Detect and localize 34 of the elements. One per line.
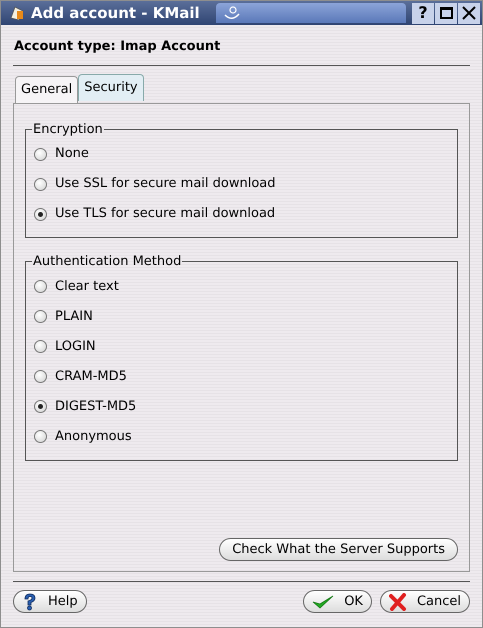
ok-button[interactable]: OK <box>303 590 372 613</box>
help-title-button[interactable]: ? <box>412 2 434 24</box>
tab[interactable]: Security <box>78 74 144 100</box>
cross-icon <box>388 592 407 610</box>
group-title: Encryption <box>32 120 104 138</box>
window-title: Add account - KMail <box>31 2 200 24</box>
radio-option[interactable]: None <box>34 139 449 169</box>
radio-option[interactable]: CRAM-MD5 <box>34 362 449 392</box>
radio-option[interactable]: PLAIN <box>34 302 449 332</box>
radio-button[interactable] <box>34 400 47 413</box>
radio-button[interactable] <box>34 310 47 323</box>
check-server-button[interactable]: Check What the Server Supports <box>219 538 458 561</box>
radio-button[interactable] <box>34 370 47 383</box>
radio-button[interactable] <box>34 208 47 220</box>
radio-button[interactable] <box>34 280 47 293</box>
question-mark-icon <box>22 592 38 610</box>
radio-option[interactable]: Use TLS for secure mail download <box>34 199 449 229</box>
radio-button[interactable] <box>34 178 47 190</box>
cancel-button[interactable]: Cancel <box>380 590 470 613</box>
group-title: Authentication Method <box>32 253 182 271</box>
radio-button[interactable] <box>34 340 47 353</box>
checkmark-icon <box>312 594 334 610</box>
radio-option[interactable]: DIGEST-MD5 <box>34 392 449 422</box>
help-button[interactable]: Help <box>13 590 87 613</box>
account-type-label: Account type: Imap Account <box>13 38 222 56</box>
radio-option[interactable]: Anonymous <box>34 422 449 452</box>
maximize-button[interactable] <box>435 2 457 24</box>
radio-button[interactable] <box>34 148 47 160</box>
radio-option[interactable]: LOGIN <box>34 332 449 362</box>
radio-button[interactable] <box>34 430 47 443</box>
radio-option[interactable]: Clear text <box>34 272 449 302</box>
radio-option[interactable]: Use SSL for secure mail download <box>34 169 449 199</box>
close-button[interactable] <box>458 2 480 24</box>
tab[interactable]: General <box>15 76 78 102</box>
